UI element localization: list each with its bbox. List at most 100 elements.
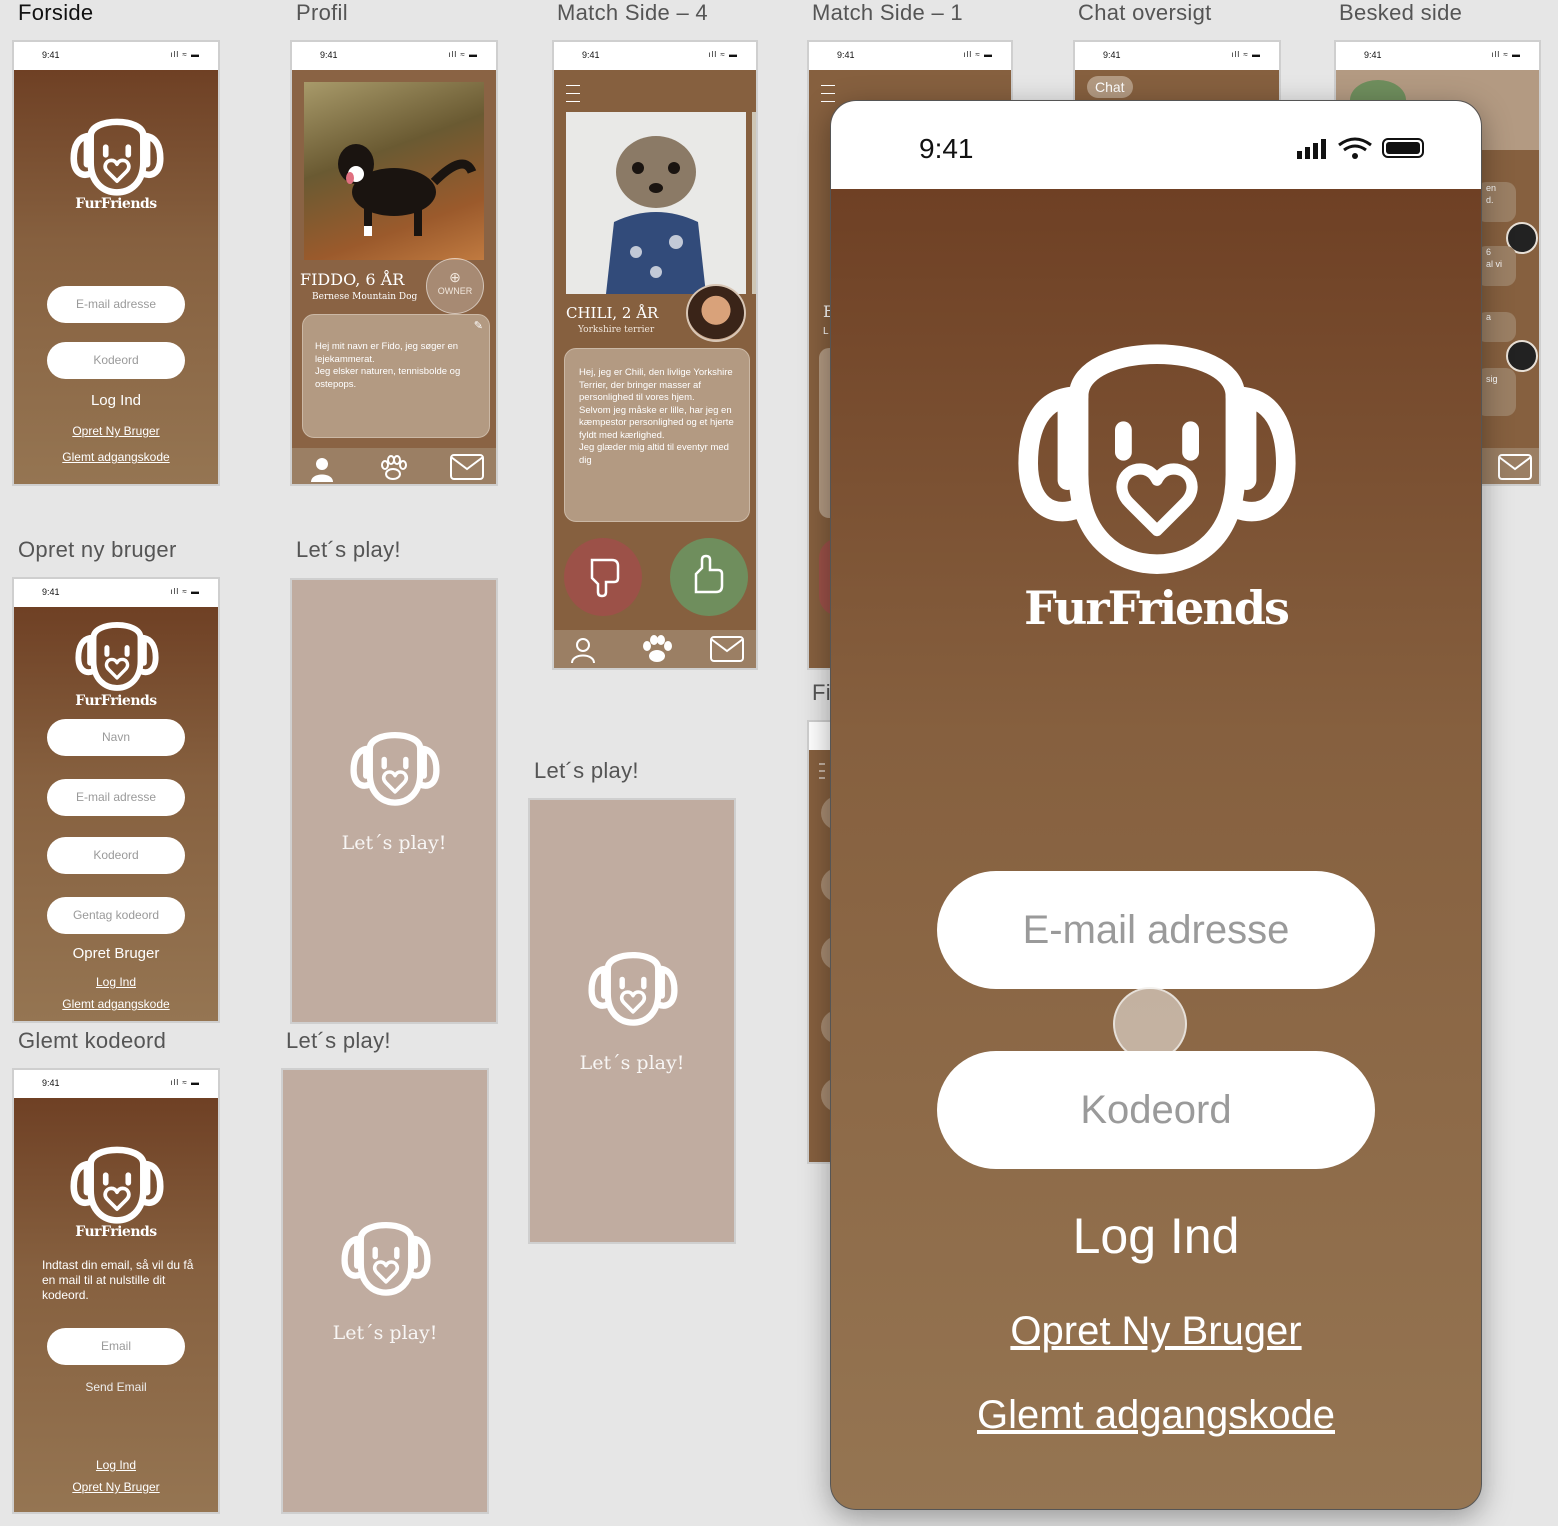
- frame-forside[interactable]: 9:41 ıll ≈ ▬ FurFriends E-mail adresse Ko…: [12, 40, 220, 486]
- label-forside: Forside: [18, 0, 94, 25]
- frame-match-4[interactable]: 9:41 ıll ≈ ▬ ⎯⎯ ⎯⎯ ⎯⎯ CHILI, 2 ÅR Yorkshire…: [552, 40, 758, 670]
- create-user-link[interactable]: Opret Ny Bruger: [831, 1309, 1481, 1354]
- frame-opret-ny-bruger[interactable]: 9:41 ıll ≈ ▬ FurFriends Navn E-mail adres…: [12, 577, 220, 1023]
- send-email-button[interactable]: Send Email: [14, 1380, 218, 1394]
- dog-logo-icon: [1007, 301, 1307, 581]
- password-field[interactable]: Kodeord: [47, 342, 185, 379]
- label-match-1: Match Side – 1: [812, 0, 963, 25]
- brand-name: FurFriends: [75, 1224, 157, 1240]
- status-time: 9:41: [837, 50, 855, 60]
- message-bubble: 6 al vi: [1476, 246, 1516, 286]
- status-icons: ıll ≈ ▬: [708, 50, 738, 59]
- mail-icon[interactable]: [710, 636, 744, 662]
- status-icons: ıll ≈ ▬: [448, 50, 478, 59]
- dog-breed: L: [823, 326, 829, 337]
- status-time: 9:41: [1364, 50, 1382, 60]
- repeat-password-field[interactable]: Gentag kodeord: [47, 897, 185, 934]
- login-link[interactable]: Log Ind: [14, 975, 218, 989]
- owner-button[interactable]: ⊕ OWNER: [426, 258, 484, 314]
- filter-icon[interactable]: ⎯ ⎯ ⎯: [819, 757, 825, 783]
- letsplay-text: Let´s play!: [332, 1322, 438, 1344]
- thumbs-down-icon: [590, 558, 620, 598]
- label-letsplay-3: Let´s play!: [286, 1028, 391, 1053]
- dog-logo-icon: [70, 1132, 164, 1226]
- profile-icon[interactable]: [570, 636, 596, 664]
- forgot-password-link[interactable]: Glemt adgangskode: [14, 997, 218, 1011]
- brand-name: FurFriends: [75, 196, 157, 212]
- label-letsplay-2: Let´s play!: [534, 758, 639, 783]
- status-time: 9:41: [919, 133, 974, 164]
- mail-icon[interactable]: [450, 454, 484, 480]
- dog-name: FIDDO, 6 ÅR: [300, 270, 405, 289]
- password-field[interactable]: Kodeord: [937, 1051, 1375, 1169]
- status-icons: ıll ≈ ▬: [170, 50, 200, 59]
- login-button[interactable]: Log Ind: [14, 392, 218, 409]
- status-icons: ıll ≈ ▬: [170, 587, 200, 596]
- yorkshire-dog-illustration: [606, 136, 706, 294]
- next-card-peek: [752, 112, 756, 294]
- email-field[interactable]: E-mail adresse: [937, 871, 1375, 989]
- password-field[interactable]: Kodeord: [47, 837, 185, 874]
- email-field[interactable]: Email: [47, 1328, 185, 1365]
- brand-name: FurFriends: [75, 693, 157, 709]
- name-field[interactable]: Navn: [47, 719, 185, 756]
- letsplay-text: Let´s play!: [341, 832, 447, 854]
- enlarged-login-screen[interactable]: 9:41 FurFriends E-mail adresse Kodeord L…: [830, 100, 1482, 1510]
- forgot-password-link[interactable]: Glemt adgangskode: [831, 1393, 1481, 1438]
- label-chat-oversigt: Chat oversigt: [1078, 0, 1212, 25]
- filter-icon[interactable]: ⎯⎯ ⎯⎯ ⎯⎯: [566, 77, 580, 107]
- status-bar: 9:41 ıll ≈ ▬: [1075, 42, 1279, 70]
- owner-avatar[interactable]: [686, 284, 746, 342]
- dog-photo: [566, 112, 746, 294]
- create-user-link[interactable]: Opret Ny Bruger: [14, 424, 218, 438]
- frame-glemt-kodeord[interactable]: 9:41 ıll ≈ ▬ FurFriends Indtast din email…: [12, 1068, 220, 1514]
- status-time: 9:41: [42, 587, 60, 597]
- status-icons: ıll ≈ ▬: [170, 1078, 200, 1087]
- frame-letsplay-3[interactable]: Let´s play!: [281, 1068, 489, 1514]
- dog-logo-icon: [70, 609, 164, 693]
- label-match-4: Match Side – 4: [557, 0, 708, 25]
- dog-logo-icon: [586, 938, 680, 1028]
- email-field[interactable]: E-mail adresse: [47, 286, 185, 323]
- label-match-1-below: Fi: [812, 680, 831, 705]
- bio-text: Hej, jeg er Chili, den livlige Yorkshire…: [579, 367, 734, 466]
- dislike-button[interactable]: [564, 538, 642, 616]
- thumbs-up-icon: [694, 554, 724, 594]
- dog-logo-icon: [339, 1208, 433, 1298]
- paw-icon[interactable]: [378, 454, 408, 482]
- login-button[interactable]: Log Ind: [831, 1207, 1481, 1265]
- status-bar: 9:41 ıll ≈ ▬: [1336, 42, 1539, 70]
- frame-letsplay-2[interactable]: Let´s play!: [528, 798, 736, 1244]
- like-button[interactable]: [670, 538, 748, 616]
- profile-icon[interactable]: [310, 456, 334, 482]
- brand-name: FurFriends: [1024, 581, 1290, 635]
- chat-chip[interactable]: Chat: [1087, 76, 1133, 98]
- label-opret-ny-bruger: Opret ny bruger: [18, 537, 177, 562]
- message-bubble: sig: [1476, 368, 1516, 416]
- create-user-button[interactable]: Opret Bruger: [14, 945, 218, 962]
- status-bar: 9:41 ıll ≈ ▬: [554, 42, 756, 70]
- status-time: 9:41: [42, 1078, 60, 1088]
- forgot-password-link[interactable]: Glemt adgangskode: [14, 450, 218, 464]
- bio-card: Hej mit navn er Fido, jeg søger en lejek…: [302, 314, 490, 438]
- sender-avatar: [1506, 340, 1538, 372]
- mail-icon[interactable]: [1498, 454, 1532, 480]
- status-icons: ıll ≈ ▬: [1231, 50, 1261, 59]
- edit-icon[interactable]: ✎: [474, 319, 483, 332]
- create-user-link[interactable]: Opret Ny Bruger: [14, 1480, 218, 1494]
- frame-profil[interactable]: 9:41 ıll ≈ ▬ FIDDO, 6 ÅR Bernese Mountain…: [290, 40, 498, 486]
- dog-name: CHILI, 2 ÅR: [566, 304, 659, 322]
- status-icons: ıll ≈ ▬: [963, 50, 993, 59]
- dog-breed: Yorkshire terrier: [578, 325, 655, 335]
- bernese-dog-illustration: [338, 144, 477, 236]
- paw-icon[interactable]: [640, 634, 674, 664]
- login-link[interactable]: Log Ind: [14, 1458, 218, 1472]
- status-time: 9:41: [1103, 50, 1121, 60]
- bottom-nav: [554, 630, 756, 668]
- status-bar: 9:41 ıll ≈ ▬: [292, 42, 496, 70]
- frame-letsplay-1[interactable]: Let´s play!: [290, 578, 498, 1024]
- status-icons: ıll ≈ ▬: [1491, 50, 1521, 59]
- reset-info-text: Indtast din email, så vil du få en mail …: [42, 1258, 194, 1302]
- email-field[interactable]: E-mail adresse: [47, 779, 185, 816]
- label-besked-side: Besked side: [1339, 0, 1463, 25]
